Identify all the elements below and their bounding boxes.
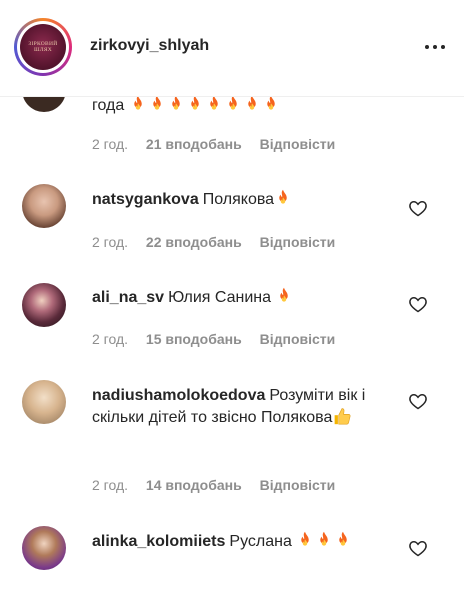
- comment-likes[interactable]: 22 вподобань: [146, 234, 242, 250]
- comment-text: ali_na_sv Юлия Санина: [92, 287, 392, 309]
- fire-emoji: [209, 95, 218, 110]
- fire-emoji: [280, 287, 289, 302]
- fire-emoji: [228, 95, 237, 110]
- comment-body: года: [92, 97, 125, 114]
- like-heart-icon[interactable]: [408, 391, 428, 411]
- fire-emoji: [133, 95, 142, 110]
- comment-body: Руслана: [229, 533, 292, 550]
- comment-text: alinka_kolomiiets Руслана: [92, 531, 382, 553]
- commenter-avatar[interactable]: [22, 283, 66, 327]
- comment-meta: 2 год. 21 вподобань Відповісти: [92, 136, 349, 152]
- comment-text: nadiushamolokoedova Розуміти вік і скільк…: [92, 385, 392, 429]
- comment-likes[interactable]: 14 вподобань: [146, 477, 242, 493]
- thumbs-up-emoji: [334, 408, 351, 425]
- commenter-avatar[interactable]: [22, 184, 66, 228]
- reply-button[interactable]: Відповісти: [260, 136, 336, 152]
- reply-button[interactable]: Відповісти: [260, 234, 336, 250]
- comment-text: года: [92, 95, 392, 117]
- comment-likes[interactable]: 15 вподобань: [146, 331, 242, 347]
- comment-username[interactable]: ali_na_sv: [92, 289, 164, 306]
- fire-emoji: [339, 531, 348, 546]
- story-ring[interactable]: ЗІРКОВИЙ ШЛЯХ: [14, 18, 72, 76]
- fire-emoji: [152, 95, 161, 110]
- comment-meta: 2 год. 15 вподобань Відповісти: [92, 331, 349, 347]
- fire-emoji: [301, 531, 310, 546]
- comment-username[interactable]: natsygankova: [92, 191, 199, 208]
- account-username[interactable]: zirkovyi_shlyah: [90, 37, 209, 55]
- comment-username[interactable]: alinka_kolomiiets: [92, 533, 225, 550]
- comment-meta: 2 год. 14 вподобань Відповісти: [92, 477, 349, 493]
- comment-time[interactable]: 2 год.: [92, 477, 128, 493]
- fire-emoji-group: [296, 531, 353, 550]
- fire-emoji-group: [129, 95, 281, 114]
- reply-button[interactable]: Відповісти: [260, 331, 336, 347]
- reply-button[interactable]: Відповісти: [260, 477, 336, 493]
- comment-text: natsygankova Полякова: [92, 189, 392, 211]
- fire-emoji: [171, 95, 180, 110]
- fire-emoji: [320, 531, 329, 546]
- comment-time[interactable]: 2 год.: [92, 234, 128, 250]
- comment-likes[interactable]: 21 вподобань: [146, 136, 242, 152]
- comment-meta: 2 год. 22 вподобань Відповісти: [92, 234, 349, 250]
- logo-text: ЗІРКОВИЙ ШЛЯХ: [28, 41, 58, 53]
- like-heart-icon[interactable]: [408, 294, 428, 314]
- comment-body: Юлия Санина: [168, 289, 272, 306]
- fire-emoji: [190, 95, 199, 110]
- commenter-avatar[interactable]: [22, 380, 66, 424]
- like-heart-icon[interactable]: [408, 198, 428, 218]
- more-horizontal-icon[interactable]: [419, 34, 451, 58]
- fire-emoji: [266, 95, 275, 110]
- fire-emoji-group: [274, 189, 293, 208]
- comment-time[interactable]: 2 год.: [92, 136, 128, 152]
- comment-body: Полякова: [202, 191, 275, 208]
- post-header: ЗІРКОВИЙ ШЛЯХ zirkovyi_shlyah: [0, 0, 464, 97]
- fire-emoji: [247, 95, 256, 110]
- fire-emoji: [279, 189, 287, 204]
- account-avatar: ЗІРКОВИЙ ШЛЯХ: [20, 24, 66, 70]
- comment-username[interactable]: nadiushamolokoedova: [92, 387, 265, 404]
- fire-emoji-group: [275, 287, 294, 306]
- like-heart-icon[interactable]: [408, 538, 428, 558]
- comment-time[interactable]: 2 год.: [92, 331, 128, 347]
- commenter-avatar[interactable]: [22, 526, 66, 570]
